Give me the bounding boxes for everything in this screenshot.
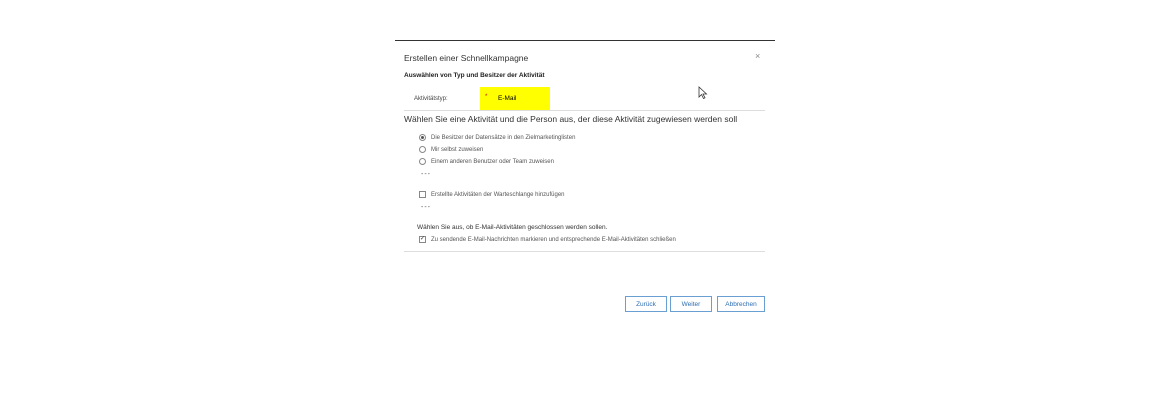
required-marker: *	[485, 94, 488, 100]
dialog-title: Erstellen einer Schnellkampagne	[404, 53, 529, 63]
queue-option-label: Erstellte Aktivitäten der Warteschlange …	[431, 191, 565, 198]
owner-option-label: Einem anderen Benutzer oder Team zuweise…	[431, 158, 554, 165]
next-button[interactable]: Weiter	[670, 296, 712, 312]
activity-type-field[interactable]: * E-Mail	[480, 87, 550, 110]
owner-option-label: Die Besitzer der Datensätze in den Zielm…	[431, 134, 576, 141]
close-activities-label: Wählen Sie aus, ob E-Mail-Aktivitäten ge…	[417, 224, 608, 231]
close-icon[interactable]: ×	[755, 51, 760, 61]
owner-option-self[interactable]: Mir selbst zuweisen	[419, 146, 483, 153]
dialog-top-border	[395, 40, 775, 41]
owner-option-list-owners[interactable]: Die Besitzer der Datensätze in den Zielm…	[419, 134, 575, 141]
close-activities-option[interactable]: ✓ Zu sendende E-Mail-Nachrichten markier…	[419, 236, 676, 243]
radio-icon[interactable]	[419, 146, 426, 153]
quick-campaign-dialog: Erstellen einer Schnellkampagne × Auswäh…	[395, 40, 775, 330]
radio-icon[interactable]	[419, 158, 426, 165]
activity-type-label: Aktivitätstyp:	[414, 96, 448, 102]
activity-type-value: E-Mail	[498, 95, 517, 102]
radio-selected-icon[interactable]	[419, 134, 426, 141]
back-button[interactable]: Zurück	[625, 296, 667, 312]
owner-option-other[interactable]: Einem anderen Benutzer oder Team zuweise…	[419, 158, 554, 165]
dialog-subtitle: Auswählen von Typ und Besitzer der Aktiv…	[404, 72, 545, 79]
owner-option-label: Mir selbst zuweisen	[431, 146, 484, 153]
cancel-button[interactable]: Abbrechen	[717, 296, 765, 312]
queue-option[interactable]: Erstellte Aktivitäten der Warteschlange …	[419, 191, 565, 198]
checkbox-checked-icon[interactable]: ✓	[419, 236, 426, 243]
mouse-pointer-icon	[698, 86, 708, 100]
divider	[404, 110, 765, 111]
checkbox-icon[interactable]	[419, 191, 426, 198]
ellipsis: ---	[421, 171, 431, 178]
ellipsis: ---	[421, 204, 431, 211]
close-activities-option-label: Zu sendende E-Mail-Nachrichten markieren…	[431, 236, 676, 243]
divider	[404, 251, 765, 252]
owner-heading: Wählen Sie eine Aktivität und die Person…	[404, 114, 738, 124]
